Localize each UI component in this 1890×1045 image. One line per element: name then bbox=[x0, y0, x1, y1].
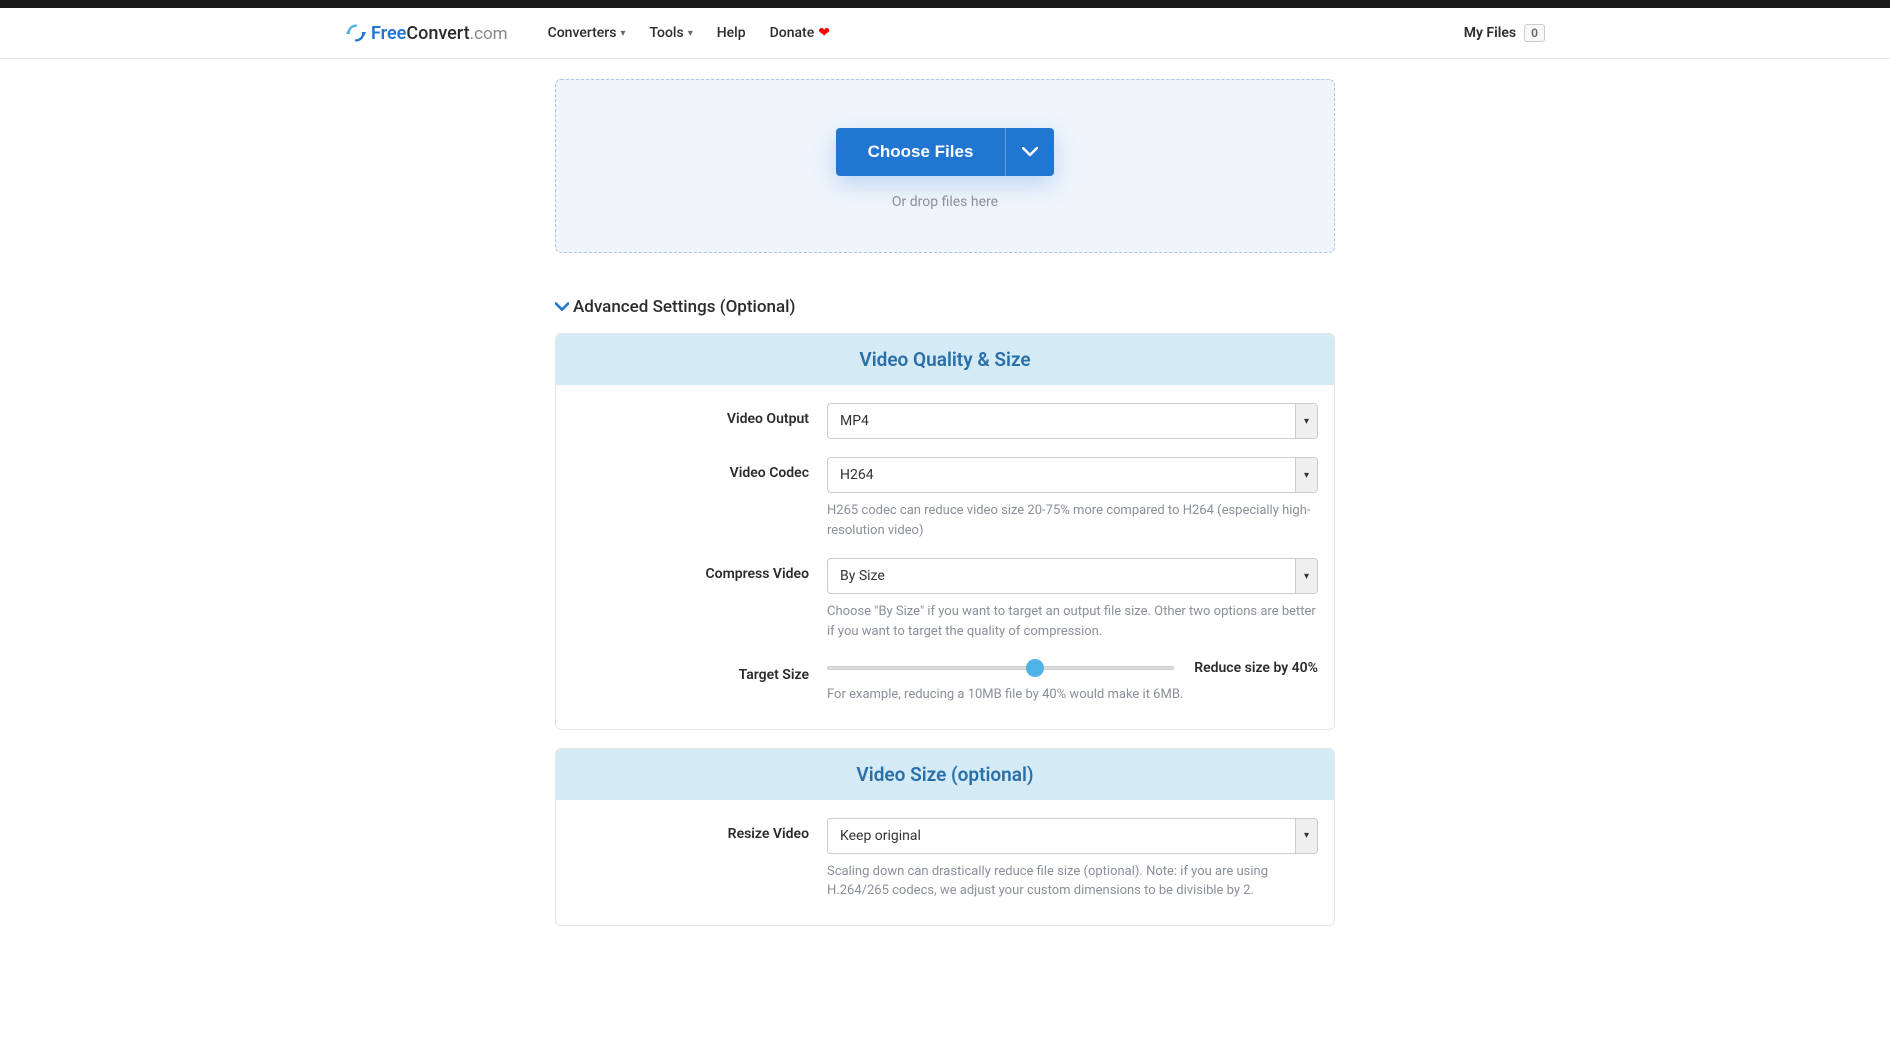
target-size-help: For example, reducing a 10MB file by 40%… bbox=[827, 685, 1318, 705]
video-output-value: MP4 bbox=[827, 403, 1318, 439]
compress-video-value: By Size bbox=[827, 558, 1318, 594]
compress-video-label: Compress Video bbox=[572, 558, 827, 582]
video-codec-value: H264 bbox=[827, 457, 1318, 493]
my-files-label: My Files bbox=[1464, 25, 1516, 41]
nav-donate-label: Donate bbox=[770, 25, 815, 41]
advanced-settings-toggle[interactable]: Advanced Settings (Optional) bbox=[555, 297, 1335, 317]
nav-donate[interactable]: Donate ❤ bbox=[770, 25, 830, 41]
nav-converters-label: Converters bbox=[548, 25, 617, 41]
heart-icon: ❤ bbox=[818, 25, 830, 41]
my-files-button[interactable]: My Files 0 bbox=[1464, 24, 1545, 42]
compress-video-select[interactable]: By Size ▾ bbox=[827, 558, 1318, 594]
chevron-down-icon bbox=[1022, 145, 1038, 160]
video-codec-select[interactable]: H264 ▾ bbox=[827, 457, 1318, 493]
nav-converters[interactable]: Converters ▾ bbox=[548, 25, 626, 41]
video-size-panel: Video Size (optional) Resize Video Keep … bbox=[555, 748, 1335, 926]
choose-files-button[interactable]: Choose Files bbox=[836, 128, 1006, 176]
chevron-down-icon bbox=[555, 297, 569, 317]
video-codec-label: Video Codec bbox=[572, 457, 827, 481]
target-size-slider[interactable] bbox=[827, 659, 1174, 677]
slider-thumb[interactable] bbox=[1026, 659, 1044, 677]
panel-title: Video Size (optional) bbox=[556, 749, 1334, 800]
video-output-label: Video Output bbox=[572, 403, 827, 427]
nav-tools[interactable]: Tools ▾ bbox=[649, 25, 692, 41]
choose-files-dropdown[interactable] bbox=[1005, 128, 1054, 176]
target-size-label: Target Size bbox=[572, 659, 827, 683]
target-size-readout: Reduce size by 40% bbox=[1194, 660, 1318, 676]
refresh-icon bbox=[345, 22, 367, 44]
file-dropzone[interactable]: Choose Files Or drop files here bbox=[555, 79, 1335, 253]
header: FreeConvert.com Converters ▾ Tools ▾ Hel… bbox=[0, 8, 1890, 59]
video-output-select[interactable]: MP4 ▾ bbox=[827, 403, 1318, 439]
main-nav: Converters ▾ Tools ▾ Help Donate ❤ bbox=[548, 25, 830, 41]
drop-hint: Or drop files here bbox=[576, 194, 1314, 210]
my-files-count: 0 bbox=[1524, 24, 1545, 42]
logo-text-com: .com bbox=[470, 24, 508, 44]
nav-help-label: Help bbox=[717, 25, 746, 41]
compress-video-help: Choose "By Size" if you want to target a… bbox=[827, 602, 1318, 641]
resize-video-label: Resize Video bbox=[572, 818, 827, 842]
logo-text-free: Free bbox=[371, 23, 406, 44]
logo-text-convert: Convert bbox=[406, 23, 469, 44]
logo[interactable]: FreeConvert.com bbox=[345, 22, 508, 44]
resize-video-value: Keep original bbox=[827, 818, 1318, 854]
resize-video-help: Scaling down can drastically reduce file… bbox=[827, 862, 1318, 901]
nav-help[interactable]: Help bbox=[717, 25, 746, 41]
nav-tools-label: Tools bbox=[649, 25, 683, 41]
advanced-settings-label: Advanced Settings (Optional) bbox=[573, 297, 795, 317]
resize-video-select[interactable]: Keep original ▾ bbox=[827, 818, 1318, 854]
video-codec-help: H265 codec can reduce video size 20-75% … bbox=[827, 501, 1318, 540]
panel-title: Video Quality & Size bbox=[556, 334, 1334, 385]
chevron-down-icon: ▾ bbox=[688, 28, 693, 39]
chevron-down-icon: ▾ bbox=[620, 28, 625, 39]
video-quality-panel: Video Quality & Size Video Output MP4 ▾ … bbox=[555, 333, 1335, 730]
